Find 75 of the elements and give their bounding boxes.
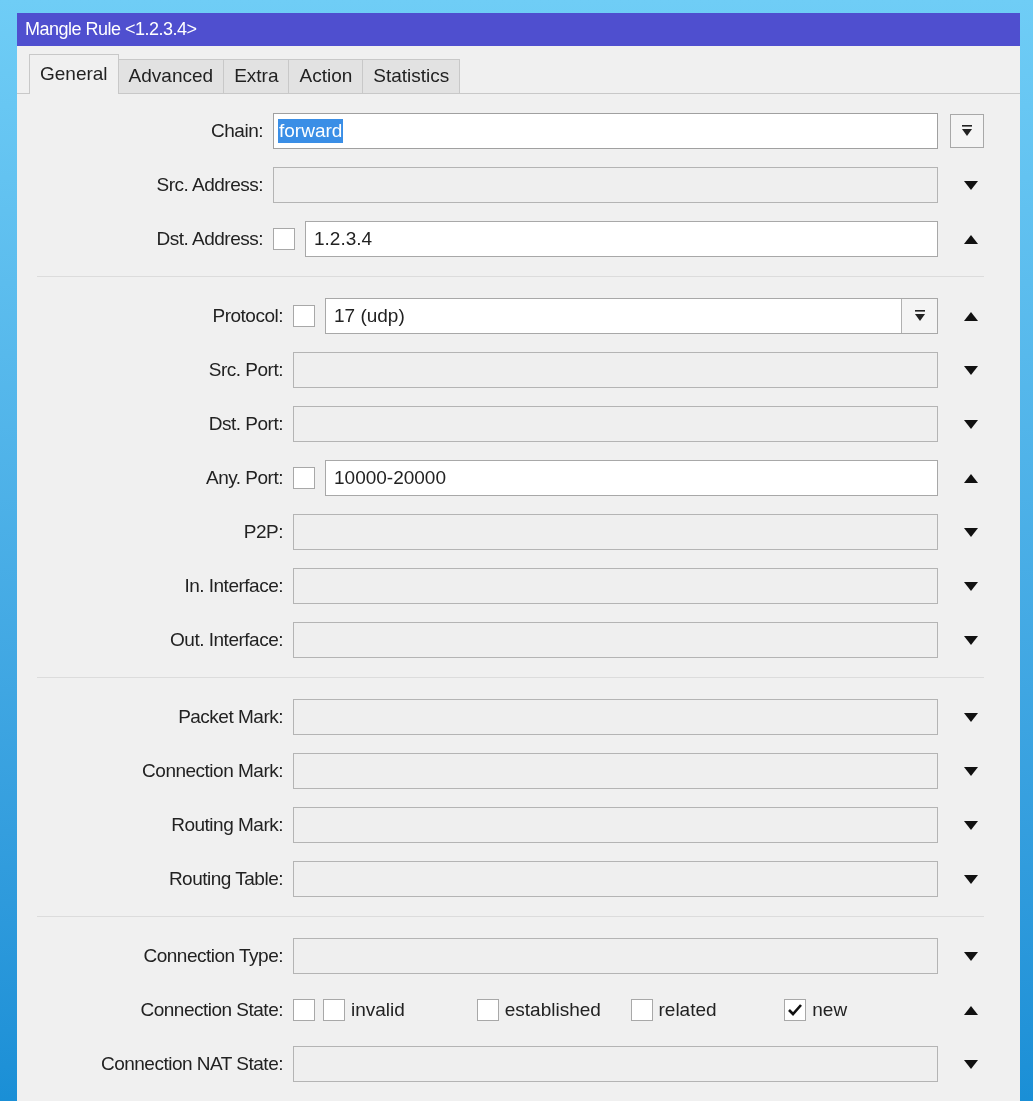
dropdown-icon xyxy=(961,125,973,137)
empty-field[interactable] xyxy=(293,406,938,442)
field-label: Routing Mark: xyxy=(170,812,284,837)
field-label: Connection Type: xyxy=(142,943,284,968)
field-label: P2P: xyxy=(242,519,284,544)
window-title: Mangle Rule <1.2.3.4> xyxy=(25,18,197,41)
checkbox[interactable] xyxy=(784,999,807,1021)
field-label: Dst. Port: xyxy=(207,411,284,436)
checkmark-icon xyxy=(788,1004,803,1016)
checkbox[interactable] xyxy=(273,228,295,250)
empty-field[interactable] xyxy=(293,1046,938,1082)
field-label: Connection State: xyxy=(139,997,284,1022)
triangle-up-icon xyxy=(964,1005,978,1015)
field-label: Chain: xyxy=(210,118,264,143)
checkbox[interactable] xyxy=(476,999,499,1021)
tab[interactable]: Action xyxy=(289,59,364,93)
input-field[interactable]: 10000-20000 xyxy=(325,460,938,496)
empty-field[interactable] xyxy=(293,568,938,604)
triangle-down-icon xyxy=(964,527,978,537)
triangle-down-icon xyxy=(964,365,978,375)
empty-field[interactable] xyxy=(293,861,938,897)
empty-field[interactable] xyxy=(293,699,938,735)
tab[interactable]: General xyxy=(29,54,119,94)
field-label: Packet Mark: xyxy=(177,704,284,729)
input-field[interactable]: 1.2.3.4 xyxy=(305,221,938,257)
checkbox[interactable] xyxy=(630,999,653,1021)
field-label: Dst. Address: xyxy=(155,226,264,251)
triangle-down-icon xyxy=(964,180,978,190)
checkbox[interactable] xyxy=(323,999,345,1021)
triangle-up-icon xyxy=(964,234,978,244)
option-label: related xyxy=(658,997,717,1022)
dropdown-icon xyxy=(913,310,926,322)
field-value: 1.2.3.4 xyxy=(313,226,374,251)
option-label: invalid xyxy=(351,997,405,1022)
tab[interactable]: Statistics xyxy=(363,59,461,93)
tab[interactable]: Advanced xyxy=(118,59,225,93)
empty-field[interactable] xyxy=(293,807,938,843)
field-label: Any. Port: xyxy=(205,465,284,490)
field-label: Connection Mark: xyxy=(141,758,284,783)
triangle-down-icon xyxy=(964,1059,978,1069)
triangle-down-icon xyxy=(964,951,978,961)
field-label: Connection NAT State: xyxy=(99,1051,284,1076)
empty-field[interactable] xyxy=(293,622,938,658)
option-label: established xyxy=(504,997,601,1022)
field-label: In. Interface: xyxy=(183,573,284,598)
dropdown-button[interactable] xyxy=(950,114,984,148)
triangle-down-icon xyxy=(964,712,978,722)
triangle-down-icon xyxy=(964,820,978,830)
triangle-down-icon xyxy=(964,766,978,776)
triangle-down-icon xyxy=(964,874,978,884)
field-value: 10000-20000 xyxy=(333,465,447,490)
option-label: new xyxy=(812,997,848,1022)
empty-field[interactable] xyxy=(293,352,938,388)
triangle-down-icon xyxy=(964,581,978,591)
field-value: 17 (udp) xyxy=(333,303,406,328)
tab[interactable]: Extra xyxy=(224,59,290,93)
empty-field[interactable] xyxy=(293,514,938,550)
input-field[interactable]: 17 (udp) xyxy=(325,298,938,334)
checkbox[interactable] xyxy=(293,999,315,1021)
triangle-up-icon xyxy=(964,473,978,483)
triangle-down-icon xyxy=(964,419,978,429)
field-label: Src. Port: xyxy=(207,357,284,382)
field-label: Src. Address: xyxy=(155,172,264,197)
dropdown-button[interactable] xyxy=(901,299,937,333)
empty-field[interactable] xyxy=(293,753,938,789)
checkbox[interactable] xyxy=(293,305,315,327)
field-label: Protocol: xyxy=(211,303,284,328)
field-label: Routing Table: xyxy=(167,866,284,891)
checkbox[interactable] xyxy=(293,467,315,489)
empty-field[interactable] xyxy=(293,938,938,974)
empty-field[interactable] xyxy=(273,167,938,203)
triangle-down-icon xyxy=(964,635,978,645)
field-value: forward xyxy=(278,119,344,143)
field-label: Out. Interface: xyxy=(169,627,284,652)
triangle-up-icon xyxy=(964,311,978,321)
